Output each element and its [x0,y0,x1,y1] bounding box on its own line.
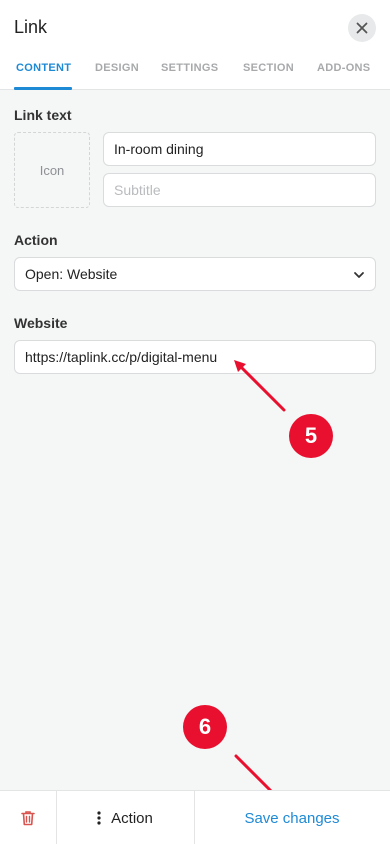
link-text-label: Link text [14,107,72,123]
subtitle-input[interactable]: Subtitle [103,173,376,207]
save-changes-button[interactable]: Save changes [194,791,390,844]
annotation-badge-6: 6 [183,705,227,749]
icon-picker[interactable]: Icon [14,132,90,208]
delete-button[interactable] [0,791,56,844]
annotation-badge-5: 5 [289,414,333,458]
more-vertical-icon [97,811,101,825]
active-tab-indicator [14,87,72,90]
annotation-number: 6 [198,714,212,739]
icon-placeholder-text: Icon [39,162,65,178]
close-button[interactable] [348,14,376,42]
annotation-number: 5 [304,423,318,448]
trash-icon [21,811,35,826]
tab-section[interactable]: SECTION [243,62,294,74]
tab-add-ons[interactable]: ADD-ONS [317,62,370,74]
website-url-value: https://taplink.cc/p/digital-menu [25,349,218,365]
bottom-action-bar: Action Save changes [0,790,390,844]
action-select[interactable]: Open: Website [14,257,376,291]
link-title-input[interactable]: In-room dining [103,132,376,166]
action-label: Action [14,232,58,248]
subtitle-placeholder: Subtitle [114,182,161,198]
action-selected-value: Open: Website [25,266,118,282]
tab-bar: CONTENT DESIGN SETTINGS SECTION ADD-ONS [0,56,390,90]
chevron-down-icon [354,272,364,278]
action-menu-button[interactable]: Action [56,791,194,844]
page-title: Link [14,17,48,37]
save-changes-label: Save changes [244,809,340,827]
close-icon [356,22,368,34]
link-title-value: In-room dining [114,141,204,157]
tab-design[interactable]: DESIGN [95,62,139,74]
tab-settings[interactable]: SETTINGS [161,62,218,74]
website-url-input[interactable]: https://taplink.cc/p/digital-menu [14,340,376,374]
panel-header: Link [0,0,390,56]
website-label: Website [14,315,68,331]
tab-content[interactable]: CONTENT [16,62,71,74]
action-menu-label: Action [111,809,153,827]
